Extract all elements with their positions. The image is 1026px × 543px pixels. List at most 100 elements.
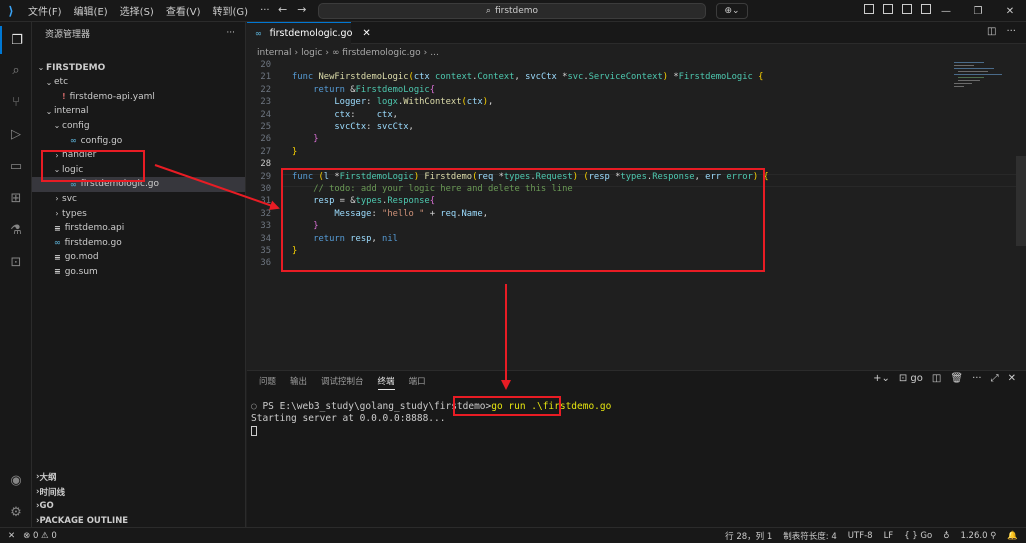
tree-item[interactable]: › types (32, 206, 245, 221)
extensions-icon[interactable]: ⊞ (0, 184, 32, 212)
source-control-icon[interactable]: ⑂ (0, 88, 32, 116)
notifications-bell-icon[interactable]: 🔔 (1007, 531, 1018, 541)
line-number: 34 (260, 233, 271, 244)
panel-tab[interactable]: 输出 (290, 375, 307, 390)
tree-item[interactable]: ⌄ internal (32, 104, 245, 119)
menu-item[interactable]: ··· (254, 5, 276, 16)
trash-icon[interactable]: 🗑 (950, 373, 963, 384)
panel-tabs: 问题 输出 调试控制台 终端 端口 (259, 375, 426, 390)
copilot-status-icon[interactable]: ♁ (943, 531, 949, 541)
editor-more-icon[interactable]: ··· (1006, 26, 1016, 37)
customize-layout-icon[interactable] (864, 4, 874, 14)
status-left: ✕ ⊗ 0 ⚠ 0 (0, 531, 57, 541)
copilot-icon: ⊕ (724, 6, 732, 16)
vscode-logo-icon: ⟩ (8, 3, 14, 18)
tree-item[interactable]: ≡ firstdemo.api (32, 221, 245, 236)
breadcrumb-item[interactable]: ∞ firstdemologic.go (332, 48, 421, 58)
close-tab-icon[interactable]: ✕ (362, 28, 370, 39)
account-icon[interactable]: ◉ (0, 466, 32, 494)
settings-gear-icon[interactable]: ⚙ (0, 498, 32, 526)
encoding[interactable]: UTF-8 (848, 531, 873, 541)
go-file-icon: ∞ (255, 29, 262, 38)
line-number: 35 (260, 246, 271, 256)
toggle-panel-icon[interactable] (902, 4, 912, 14)
explorer-icon[interactable]: ❐ (0, 26, 32, 54)
tab-firstdemologic[interactable]: ∞ firstdemologic.go ✕ (247, 22, 371, 44)
remote-explorer-icon[interactable]: ▭ (0, 152, 32, 180)
tree-item[interactable]: ∞ config.go (32, 133, 245, 148)
breadcrumb-item[interactable]: ... (430, 48, 439, 58)
close-panel-icon[interactable]: ✕ (1008, 373, 1016, 384)
sidebar-sections: › 大纲 › 时间线 › GO › PACKAGE OUTLINE (32, 470, 245, 528)
title-bar: ⟩ 文件(F) 编辑(E) 选择(S) 查看(V) 转到(G) ··· ← → ⌕ fir… (0, 0, 1026, 22)
terminal-cursor-line (251, 425, 611, 437)
split-terminal-icon[interactable]: ◫ (932, 373, 941, 384)
language-mode[interactable]: { } Go (904, 531, 932, 541)
tree-item[interactable]: ∞ firstdemo.go (32, 235, 245, 250)
tree-item[interactable]: ⌄ config (32, 118, 245, 133)
restore-icon[interactable]: ❐ (962, 0, 994, 22)
panel-tab[interactable]: 调试控制台 (321, 375, 364, 390)
cursor-position[interactable]: 行 28，列 1 (725, 530, 772, 542)
copilot-button[interactable]: ⊕ ⌄ (716, 3, 748, 19)
menu-bar: 文件(F) 编辑(E) 选择(S) 查看(V) 转到(G) ··· (22, 0, 276, 22)
go-file-icon: ∞ (70, 136, 77, 145)
forward-arrow-icon[interactable]: → (297, 3, 306, 16)
sidebar-section-label: 时间线 (39, 487, 66, 498)
editor-scrollbar[interactable] (1016, 156, 1026, 246)
testing-icon[interactable]: ⚗ (0, 216, 32, 244)
menu-item[interactable]: 转到(G) (207, 3, 255, 18)
chevron-right-icon: › (55, 194, 59, 204)
tree-item[interactable]: ⌄ etc (32, 75, 245, 90)
line-number: 20 (260, 60, 271, 70)
breadcrumb-separator-icon: › (423, 48, 428, 58)
close-window-icon[interactable]: ✕ (994, 0, 1026, 22)
minimap[interactable] (950, 60, 1018, 370)
panel-tab[interactable]: 问题 (259, 375, 276, 390)
more-actions-icon[interactable]: ··· (226, 28, 235, 38)
menu-item[interactable]: 选择(S) (114, 3, 160, 18)
panel-tab[interactable]: 终端 (377, 375, 395, 390)
minimize-icon[interactable]: — (930, 0, 962, 22)
toggle-sidebar-icon[interactable] (883, 4, 893, 14)
sidebar-section[interactable]: › 大纲 (32, 470, 245, 485)
problems-indicator[interactable]: ⊗ 0 ⚠ 0 (23, 531, 57, 541)
tree-item-label: internal (54, 106, 89, 117)
tree-item[interactable]: ! firstdemo-api.yaml (32, 89, 245, 104)
breadcrumb-separator-icon: › (325, 48, 329, 58)
code-text: Logger: logx.WithContext(ctx), (334, 97, 494, 108)
new-terminal-icon[interactable]: +⌄ (873, 373, 890, 384)
docker-icon[interactable]: ⊡ (0, 248, 32, 276)
remote-indicator-icon[interactable]: ✕ (8, 531, 15, 541)
breadcrumb-item[interactable]: logic (301, 48, 322, 58)
line-number: 27 (260, 146, 271, 157)
run-debug-icon[interactable]: ▷ (0, 120, 32, 148)
tree-item[interactable]: ≡ go.sum (32, 264, 245, 279)
sidebar-section[interactable]: › 时间线 (32, 485, 245, 500)
terminal-profile-icon[interactable]: ⊡ go (899, 373, 923, 384)
command-center-search[interactable]: ⌕ firstdemo (318, 3, 706, 19)
panel-tab[interactable]: 端口 (409, 375, 426, 390)
back-arrow-icon[interactable]: ← (278, 3, 287, 16)
code-text: return &FirstdemoLogic{ (313, 84, 436, 95)
split-editor-icon[interactable]: ◫ (987, 26, 996, 37)
sidebar-section[interactable]: › PACKAGE OUTLINE (32, 514, 245, 529)
maximize-panel-icon[interactable]: ⤢ (991, 373, 999, 384)
tree-item[interactable]: ⌄ FIRSTDEMO (32, 60, 245, 75)
indentation[interactable]: 制表符长度: 4 (783, 530, 836, 542)
status-right: 行 28，列 1 制表符长度: 4 UTF-8 LF { } Go ♁ 1.26.0 ⚲ 🔔 (725, 529, 1018, 543)
menu-item[interactable]: 文件(F) (22, 3, 68, 18)
breadcrumb-item[interactable]: internal (257, 48, 292, 58)
tree-item[interactable]: ≡ go.mod (32, 250, 245, 265)
menu-item[interactable]: 查看(V) (160, 3, 207, 18)
search-view-icon[interactable]: ⌕ (0, 56, 32, 84)
line-number: 22 (260, 84, 271, 95)
breadcrumb-separator-icon: › (294, 48, 299, 58)
tree-item[interactable]: › svc (32, 191, 245, 206)
panel-more-icon[interactable]: ··· (972, 373, 982, 384)
line-ending[interactable]: LF (884, 531, 894, 541)
sidebar-section[interactable]: › GO (32, 499, 245, 514)
menu-item[interactable]: 编辑(E) (68, 3, 114, 18)
annotation-box-function (281, 168, 765, 272)
go-version[interactable]: 1.26.0 ⚲ (960, 531, 996, 541)
